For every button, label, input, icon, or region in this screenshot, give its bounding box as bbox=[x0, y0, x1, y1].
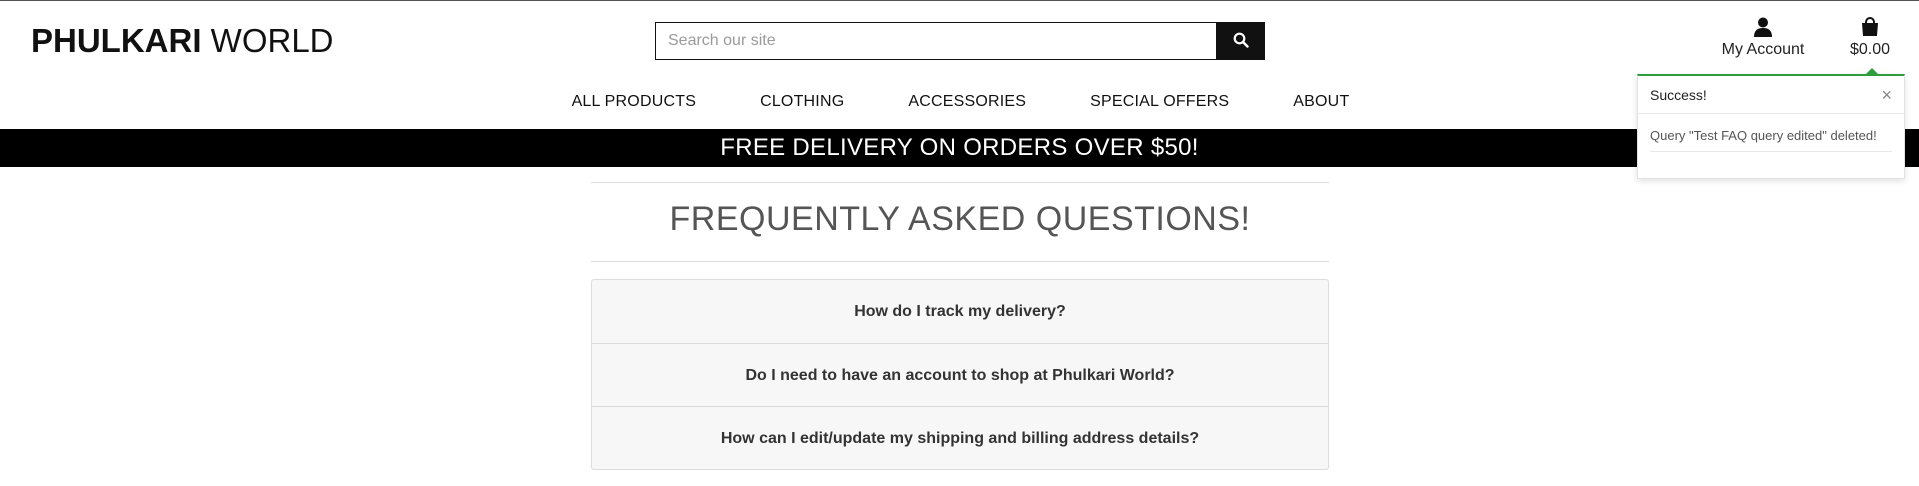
divider bbox=[591, 261, 1329, 262]
banner-text: FREE DELIVERY ON ORDERS OVER $50! bbox=[720, 134, 1199, 161]
main-navigation: ALL PRODUCTS CLOTHING ACCESSORIES SPECIA… bbox=[0, 91, 1919, 113]
nav-accessories[interactable]: ACCESSORIES bbox=[876, 91, 1058, 113]
search-bar bbox=[655, 22, 1265, 60]
toast-message: Query "Test FAQ query edited" deleted! bbox=[1650, 128, 1892, 152]
toast-title: Success! bbox=[1650, 86, 1707, 103]
faq-section: FREQUENTLY ASKED QUESTIONS! How do I tra… bbox=[591, 182, 1329, 470]
faq-question-account-required[interactable]: Do I need to have an account to shop at … bbox=[592, 343, 1328, 406]
site-logo[interactable]: PHULKARI WORLD bbox=[31, 21, 334, 61]
logo-light-text: WORLD bbox=[201, 22, 334, 59]
nav-all-products[interactable]: ALL PRODUCTS bbox=[540, 91, 729, 113]
page-title: FREQUENTLY ASKED QUESTIONS! bbox=[669, 200, 1251, 238]
nav-clothing[interactable]: CLOTHING bbox=[728, 91, 876, 113]
page: PHULKARI WORLD My Account bbox=[0, 0, 1919, 486]
toast-pointer bbox=[1866, 68, 1878, 74]
faq-question-track-delivery[interactable]: How do I track my delivery? bbox=[592, 280, 1328, 343]
shopping-bag-link[interactable]: $0.00 bbox=[1840, 17, 1900, 59]
nav-about[interactable]: ABOUT bbox=[1261, 91, 1381, 113]
search-icon bbox=[1233, 32, 1249, 51]
my-account-label: My Account bbox=[1721, 41, 1805, 58]
free-delivery-banner: FREE DELIVERY ON ORDERS OVER $50! bbox=[0, 129, 1919, 167]
faq-question-edit-address[interactable]: How can I edit/update my shipping and bi… bbox=[592, 406, 1328, 469]
toast-body: Query "Test FAQ query edited" deleted! bbox=[1638, 114, 1904, 160]
toast-header: Success! × bbox=[1638, 76, 1904, 114]
search-input[interactable] bbox=[655, 22, 1216, 60]
nav-special-offers[interactable]: SPECIAL OFFERS bbox=[1058, 91, 1261, 113]
user-icon bbox=[1713, 17, 1813, 37]
search-button[interactable] bbox=[1216, 22, 1265, 60]
faq-accordion: How do I track my delivery? Do I need to… bbox=[591, 279, 1329, 470]
logo-bold-text: PHULKARI bbox=[31, 22, 202, 59]
shopping-bag-icon bbox=[1840, 17, 1900, 37]
bag-total: $0.00 bbox=[1849, 41, 1891, 58]
close-icon[interactable]: × bbox=[1881, 86, 1892, 104]
success-toast: Success! × Query "Test FAQ query edited"… bbox=[1637, 68, 1905, 179]
my-account-link[interactable]: My Account bbox=[1713, 17, 1813, 59]
